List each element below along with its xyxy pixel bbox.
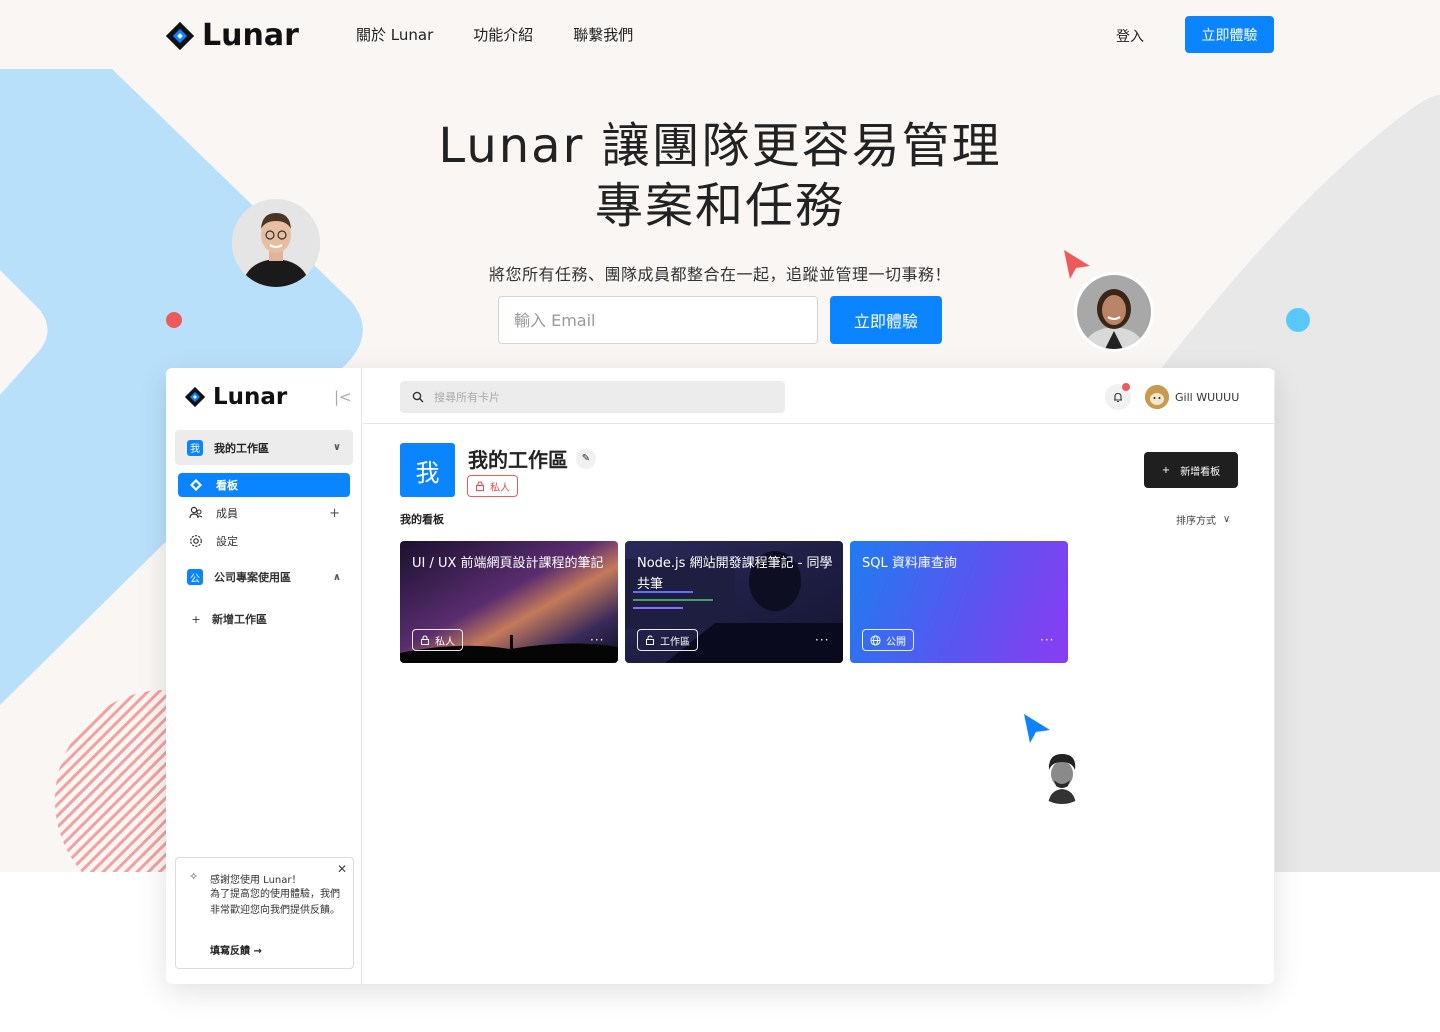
notification-button[interactable] bbox=[1105, 383, 1131, 410]
workspace-label: 公司專案使用區 bbox=[214, 571, 291, 584]
board-card[interactable]: UI / UX 前端網頁設計課程的筆記 私人 ··· bbox=[400, 541, 618, 663]
more-icon[interactable]: ··· bbox=[815, 633, 829, 647]
hero-cta-button[interactable]: 立即體驗 bbox=[830, 296, 942, 344]
main-nav: 關於 Lunar 功能介紹 聯繫我們 bbox=[356, 24, 633, 45]
board-card[interactable]: Node.js 網站開發課程筆記 - 同學共筆 工作區 ··· bbox=[625, 541, 843, 663]
board-icon bbox=[188, 479, 204, 491]
cursor-blue-icon bbox=[1024, 714, 1050, 743]
user-menu[interactable]: Gill WUUUU bbox=[1145, 385, 1239, 409]
board-title: Node.js 網站開發課程筆記 - 同學共筆 bbox=[637, 556, 833, 592]
add-board-label: 新增看板 bbox=[1180, 466, 1221, 478]
sidebar-item-boards[interactable]: 看板 bbox=[178, 473, 350, 497]
boards-section-label: 我的看板 bbox=[400, 513, 444, 526]
decor-dot-red bbox=[166, 312, 182, 328]
workspace-toggle-company[interactable]: 公 公司專案使用區 ∧ bbox=[175, 565, 353, 589]
sidebar-item-label: 設定 bbox=[216, 535, 238, 548]
add-workspace-button[interactable]: + 新增工作區 bbox=[178, 607, 350, 631]
add-workspace-label: 新增工作區 bbox=[212, 613, 267, 626]
board-card[interactable]: SQL 資料庫查詢 公開 ··· bbox=[850, 541, 1068, 663]
add-member-icon[interactable]: + bbox=[329, 506, 340, 521]
plus-icon: + bbox=[1161, 464, 1171, 476]
close-icon[interactable]: ✕ bbox=[337, 862, 347, 876]
avatar-woman bbox=[1074, 272, 1154, 352]
lock-icon bbox=[476, 481, 484, 491]
workspace-title: 我的工作區 bbox=[468, 448, 568, 472]
search-input[interactable] bbox=[434, 390, 764, 404]
board-title: SQL 資料庫查詢 bbox=[862, 556, 957, 571]
decor-dot-cyan bbox=[1286, 308, 1310, 332]
chevron-down-icon: ∨ bbox=[1223, 514, 1231, 525]
visibility-label: 私人 bbox=[490, 482, 510, 494]
brand-logo[interactable]: Lunar bbox=[166, 18, 299, 53]
hero-headline-line2: 專案和任務 bbox=[594, 178, 845, 234]
avatar-curly-man bbox=[1032, 744, 1092, 804]
avatar-man-glasses bbox=[232, 199, 320, 287]
app-topbar: Gill WUUUU bbox=[363, 368, 1274, 424]
workspace-badge: 公 bbox=[187, 569, 203, 585]
user-avatar bbox=[1145, 385, 1169, 409]
app-preview-window: Lunar |< 我 我的工作區 ∨ 看板 成員 + 設定 公 公司專案使用區 … bbox=[166, 368, 1274, 984]
lunar-logo-icon bbox=[185, 387, 205, 407]
nav-about[interactable]: 關於 Lunar bbox=[356, 24, 433, 45]
hero-headline-line1: Lunar 讓團隊更容易管理 bbox=[438, 118, 1002, 174]
feedback-title: 感謝您使用 Lunar！ bbox=[210, 875, 302, 886]
nav-contact[interactable]: 聯繫我們 bbox=[573, 24, 633, 45]
workspace-badge: 我 bbox=[187, 439, 203, 456]
plus-icon: + bbox=[191, 612, 201, 626]
more-icon[interactable]: ··· bbox=[590, 633, 604, 647]
collapse-sidebar-icon[interactable]: |< bbox=[334, 388, 352, 406]
sidebar-item-members[interactable]: 成員 + bbox=[178, 501, 350, 525]
search-icon bbox=[412, 391, 424, 403]
brand-name: Lunar bbox=[202, 18, 299, 53]
lock-open-icon bbox=[646, 635, 654, 645]
board-visibility-tag: 公開 bbox=[862, 629, 914, 651]
notification-dot bbox=[1122, 383, 1130, 391]
board-visibility-tag: 工作區 bbox=[637, 629, 698, 651]
nav-features[interactable]: 功能介紹 bbox=[473, 24, 533, 45]
feedback-link[interactable]: 填寫反饋 → bbox=[210, 942, 262, 957]
cursor-red-icon bbox=[1064, 250, 1090, 279]
sidebar-item-label: 看板 bbox=[216, 479, 238, 492]
workspace-avatar: 我 bbox=[400, 443, 455, 497]
sort-dropdown[interactable]: 排序方式 ∨ bbox=[1176, 512, 1230, 527]
login-link[interactable]: 登入 bbox=[1116, 26, 1144, 46]
user-name: Gill WUUUU bbox=[1175, 390, 1240, 404]
board-tag-label: 工作區 bbox=[660, 636, 690, 648]
feedback-card: ✧ ✕ 感謝您使用 Lunar！ 為了提高您的使用體驗，我們非常歡迎您向我們提供… bbox=[175, 857, 354, 969]
edit-icon[interactable]: ✎ bbox=[576, 448, 596, 469]
globe-icon bbox=[870, 634, 881, 646]
feedback-body: 為了提高您的使用體驗，我們非常歡迎您向我們提供反饋。 bbox=[210, 889, 340, 916]
hero-headline: Lunar 讓團隊更容易管理 專案和任務 bbox=[0, 116, 1440, 236]
sort-label: 排序方式 bbox=[1176, 516, 1216, 527]
app-logo[interactable]: Lunar bbox=[185, 384, 287, 410]
lock-icon bbox=[421, 635, 429, 645]
visibility-tag: 私人 bbox=[467, 475, 518, 497]
chevron-up-icon: ∧ bbox=[332, 571, 341, 583]
pin-icon: ✧ bbox=[189, 870, 199, 883]
board-tag-label: 私人 bbox=[435, 636, 455, 648]
workspace-label: 我的工作區 bbox=[214, 441, 269, 455]
sidebar-item-settings[interactable]: 設定 bbox=[178, 529, 350, 553]
app-brand-name: Lunar bbox=[213, 384, 288, 410]
hero-subheadline: 將您所有任務、團隊成員都整合在一起，追蹤並管理一切事務！ bbox=[488, 265, 951, 284]
email-input[interactable] bbox=[498, 296, 818, 344]
app-sidebar: Lunar |< 我 我的工作區 ∨ 看板 成員 + 設定 公 公司專案使用區 … bbox=[166, 368, 362, 984]
chevron-down-icon: ∨ bbox=[332, 442, 341, 453]
lunar-logo-icon bbox=[166, 21, 194, 50]
workspace-toggle-mine[interactable]: 我 我的工作區 ∨ bbox=[175, 430, 353, 465]
add-board-button[interactable]: + 新增看板 bbox=[1144, 452, 1238, 488]
top-cta-button[interactable]: 立即體驗 bbox=[1185, 16, 1274, 53]
sidebar-item-label: 成員 bbox=[216, 507, 238, 520]
board-tag-label: 公開 bbox=[886, 636, 906, 648]
bell-icon bbox=[1114, 392, 1122, 403]
members-icon bbox=[188, 506, 204, 520]
more-icon[interactable]: ··· bbox=[1040, 633, 1054, 647]
board-visibility-tag: 私人 bbox=[412, 629, 463, 651]
workspace-header: 我的工作區 ✎ bbox=[468, 444, 596, 473]
gear-icon bbox=[188, 534, 204, 548]
board-title: UI / UX 前端網頁設計課程的筆記 bbox=[412, 556, 604, 571]
search-bar[interactable] bbox=[400, 381, 785, 413]
